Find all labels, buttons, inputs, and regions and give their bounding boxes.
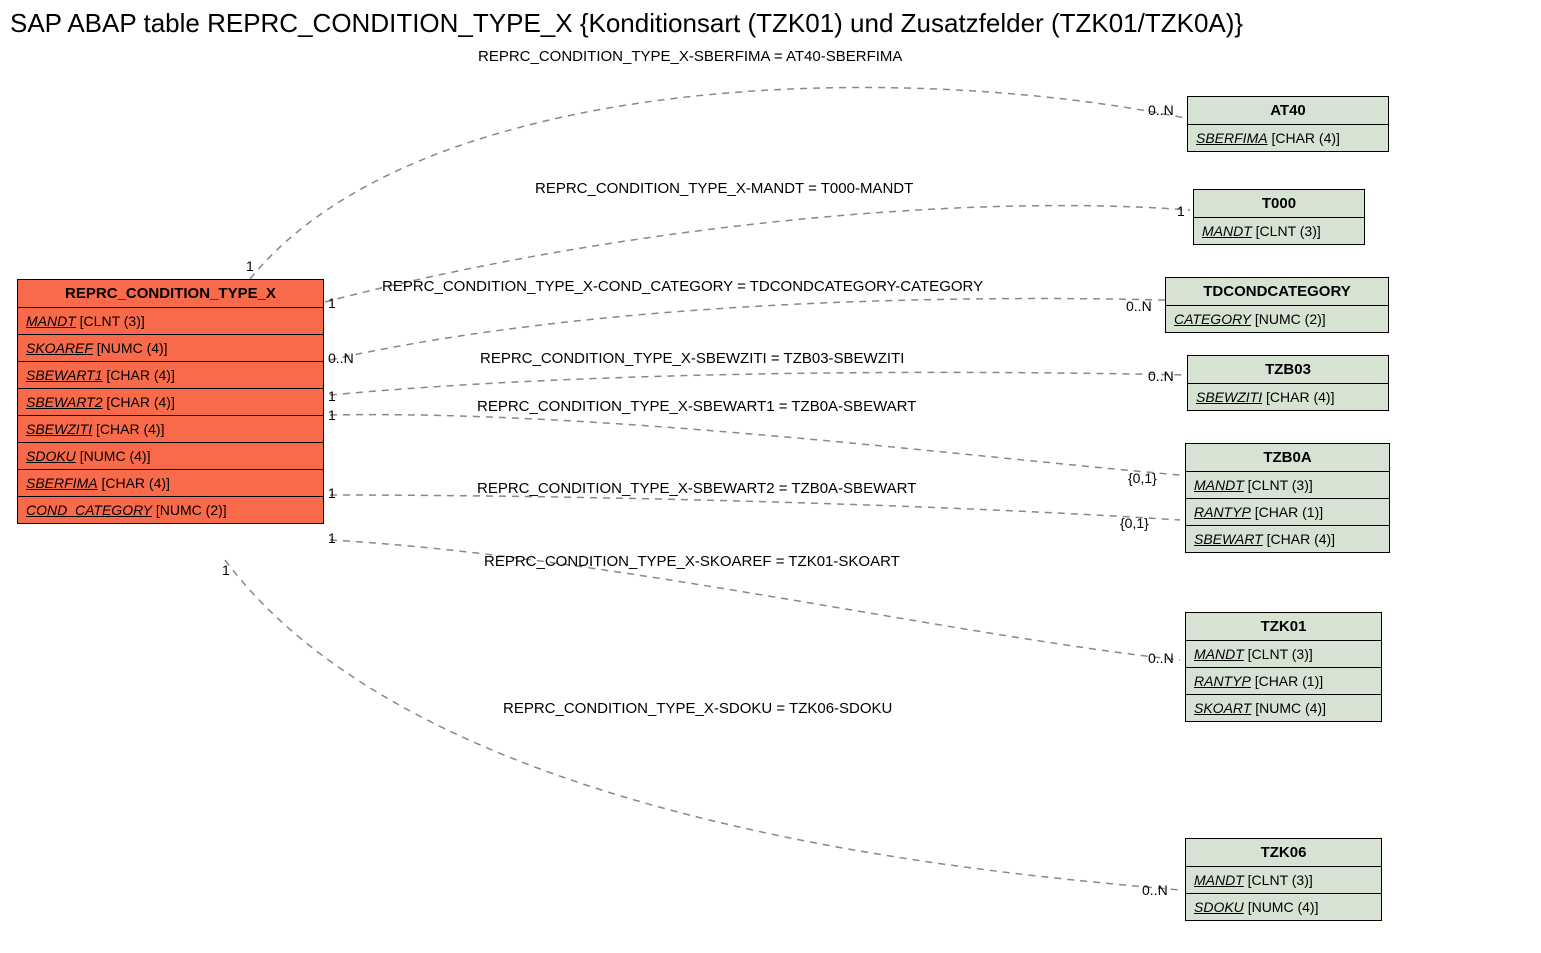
cardinality: 0..N bbox=[328, 350, 354, 366]
entity-at40: AT40 SBERFIMA [CHAR (4)] bbox=[1187, 96, 1389, 152]
relation-label: REPRC_CONDITION_TYPE_X-SBERFIMA = AT40-S… bbox=[478, 48, 902, 65]
entity-tzb03: TZB03 SBEWZITI [CHAR (4)] bbox=[1187, 355, 1389, 411]
field-row: SBERFIMA [CHAR (4)] bbox=[1188, 125, 1388, 151]
entity-header: AT40 bbox=[1188, 97, 1388, 125]
cardinality: 0..N bbox=[1126, 298, 1152, 314]
cardinality: 1 bbox=[328, 295, 336, 311]
cardinality: 0..N bbox=[1148, 102, 1174, 118]
entity-header: TZB03 bbox=[1188, 356, 1388, 384]
relation-label: REPRC_CONDITION_TYPE_X-SBEWART1 = TZB0A-… bbox=[477, 398, 916, 415]
entity-header: TDCONDCATEGORY bbox=[1166, 278, 1388, 306]
field-row: MANDT [CLNT (3)] bbox=[1186, 867, 1381, 894]
relation-label: REPRC_CONDITION_TYPE_X-COND_CATEGORY = T… bbox=[382, 278, 983, 295]
cardinality: 1 bbox=[1177, 203, 1185, 219]
cardinality: {0,1} bbox=[1128, 470, 1157, 486]
entity-header: T000 bbox=[1194, 190, 1364, 218]
entity-header: REPRC_CONDITION_TYPE_X bbox=[18, 280, 323, 308]
entity-header: TZK01 bbox=[1186, 613, 1381, 641]
field-row: RANTYP [CHAR (1)] bbox=[1186, 668, 1381, 695]
cardinality: 0..N bbox=[1148, 650, 1174, 666]
cardinality: 1 bbox=[328, 407, 336, 423]
field-row: MANDT [CLNT (3)] bbox=[1186, 641, 1381, 668]
entity-reprc-condition-type-x: REPRC_CONDITION_TYPE_X MANDT [CLNT (3)] … bbox=[17, 279, 324, 524]
entity-tdcondcategory: TDCONDCATEGORY CATEGORY [NUMC (2)] bbox=[1165, 277, 1389, 333]
relation-label: REPRC_CONDITION_TYPE_X-MANDT = T000-MAND… bbox=[535, 180, 913, 197]
entity-tzk01: TZK01 MANDT [CLNT (3)] RANTYP [CHAR (1)]… bbox=[1185, 612, 1382, 722]
entity-t000: T000 MANDT [CLNT (3)] bbox=[1193, 189, 1365, 245]
field-row: SBEWZITI [CHAR (4)] bbox=[1188, 384, 1388, 410]
field-row: SBEWART2 [CHAR (4)] bbox=[18, 389, 323, 416]
field-row: MANDT [CLNT (3)] bbox=[1194, 218, 1364, 244]
field-row: CATEGORY [NUMC (2)] bbox=[1166, 306, 1388, 332]
field-row: SDOKU [NUMC (4)] bbox=[1186, 894, 1381, 920]
field-row: SBERFIMA [CHAR (4)] bbox=[18, 470, 323, 497]
entity-header: TZK06 bbox=[1186, 839, 1381, 867]
page-title: SAP ABAP table REPRC_CONDITION_TYPE_X {K… bbox=[10, 8, 1243, 39]
relation-label: REPRC_CONDITION_TYPE_X-SBEWZITI = TZB03-… bbox=[480, 350, 904, 367]
cardinality: 1 bbox=[328, 388, 336, 404]
cardinality: 0..N bbox=[1142, 882, 1168, 898]
field-row: SKOAREF [NUMC (4)] bbox=[18, 335, 323, 362]
relation-label: REPRC_CONDITION_TYPE_X-SKOAREF = TZK01-S… bbox=[484, 553, 900, 570]
field-row: SBEWART1 [CHAR (4)] bbox=[18, 362, 323, 389]
relation-label: REPRC_CONDITION_TYPE_X-SDOKU = TZK06-SDO… bbox=[503, 700, 892, 717]
cardinality: 1 bbox=[222, 562, 230, 578]
entity-header: TZB0A bbox=[1186, 444, 1389, 472]
cardinality: 1 bbox=[328, 530, 336, 546]
field-row: RANTYP [CHAR (1)] bbox=[1186, 499, 1389, 526]
cardinality: 1 bbox=[246, 258, 254, 274]
cardinality: 1 bbox=[328, 485, 336, 501]
entity-tzk06: TZK06 MANDT [CLNT (3)] SDOKU [NUMC (4)] bbox=[1185, 838, 1382, 921]
field-row: SKOART [NUMC (4)] bbox=[1186, 695, 1381, 721]
cardinality: 0..N bbox=[1148, 368, 1174, 384]
field-row: MANDT [CLNT (3)] bbox=[18, 308, 323, 335]
field-row: COND_CATEGORY [NUMC (2)] bbox=[18, 497, 323, 523]
field-row: MANDT [CLNT (3)] bbox=[1186, 472, 1389, 499]
relation-label: REPRC_CONDITION_TYPE_X-SBEWART2 = TZB0A-… bbox=[477, 480, 916, 497]
entity-tzb0a: TZB0A MANDT [CLNT (3)] RANTYP [CHAR (1)]… bbox=[1185, 443, 1390, 553]
field-row: SBEWART [CHAR (4)] bbox=[1186, 526, 1389, 552]
field-row: SDOKU [NUMC (4)] bbox=[18, 443, 323, 470]
cardinality: {0,1} bbox=[1120, 515, 1149, 531]
field-row: SBEWZITI [CHAR (4)] bbox=[18, 416, 323, 443]
